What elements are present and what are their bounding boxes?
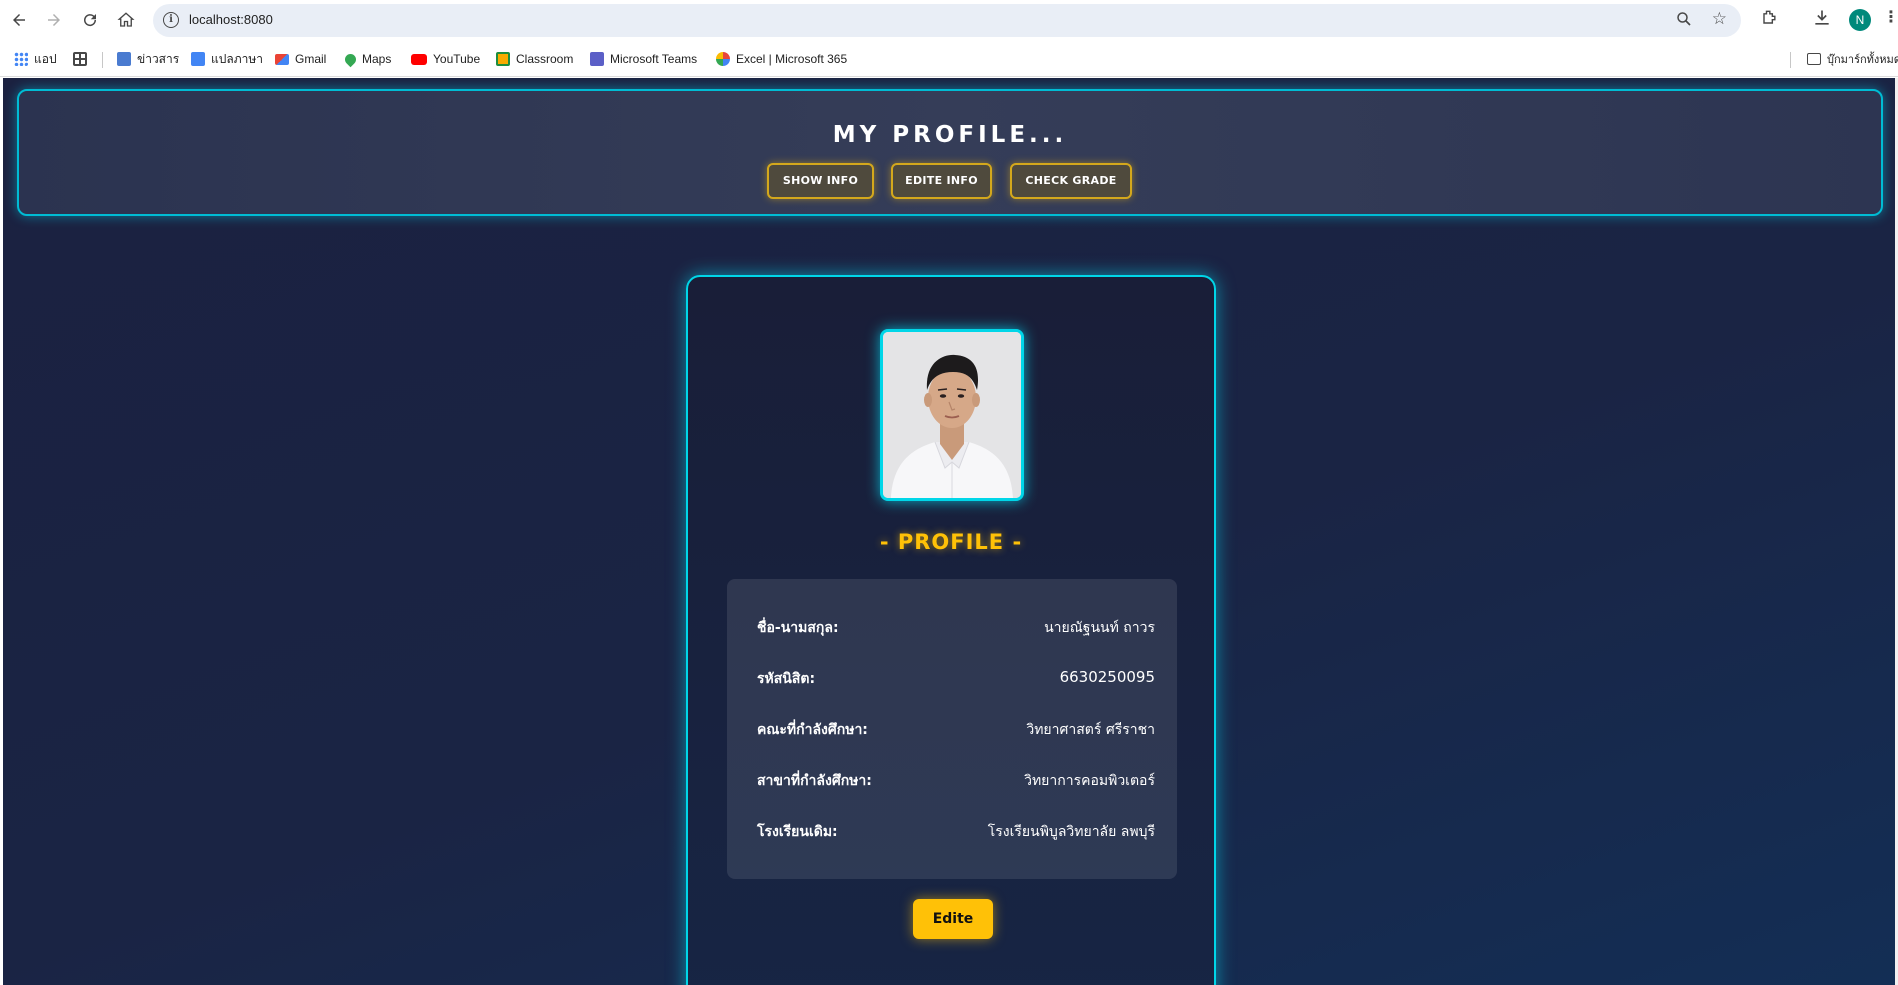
bookmark-tab-groups[interactable] (73, 50, 93, 68)
page-title: MY PROFILE... (832, 122, 1068, 148)
profile-photo (880, 329, 1024, 501)
info-label: โรงเรียนเดิม: (757, 824, 838, 840)
edit-profile-button[interactable]: Edite (913, 899, 993, 939)
reload-icon[interactable] (78, 8, 102, 32)
bookmark-excel[interactable]: Excel | Microsoft 365 (716, 50, 847, 68)
site-info-icon[interactable]: i (163, 12, 179, 28)
info-value: 6630250095 (1059, 668, 1155, 686)
news-icon (117, 52, 131, 66)
info-row-fullname: ชื่อ-นามสกุล: นายณัฐนนท์ ถาวร (757, 617, 1155, 641)
bookmark-star-icon[interactable]: ☆ (1712, 9, 1727, 29)
bookmark-teams[interactable]: Microsoft Teams (590, 50, 697, 68)
info-row-previous-school: โรงเรียนเดิม: โรงเรียนพิบูลวิทยาลัย ลพบุ… (757, 821, 1155, 845)
show-info-button[interactable]: SHOW INFO (767, 163, 874, 199)
extensions-icon[interactable] (1759, 8, 1779, 32)
download-icon[interactable] (1812, 8, 1832, 32)
translate-icon (191, 52, 205, 66)
tab-groups-icon (73, 52, 87, 66)
info-label: ชื่อ-นามสกุล: (757, 620, 839, 636)
folder-icon (1807, 53, 1821, 65)
edit-info-button[interactable]: EDITE INFO (891, 163, 992, 199)
person-photo-icon (883, 332, 1021, 498)
bookmark-youtube[interactable]: YouTube (411, 50, 480, 68)
info-row-student-id: รหัสนิสิต: 6630250095 (757, 668, 1155, 692)
profile-info-box: ชื่อ-นามสกุล: นายณัฐนนท์ ถาวร รหัสนิสิต:… (727, 579, 1177, 879)
info-row-faculty: คณะที่กำลังศึกษา: วิทยาศาสตร์ ศรีราชา (757, 719, 1155, 743)
profile-card: - PROFILE - ชื่อ-นามสกุล: นายณัฐนนท์ ถาว… (686, 275, 1216, 985)
bookmark-news[interactable]: ข่าวสาร (117, 50, 179, 68)
profile-avatar[interactable]: N (1849, 9, 1871, 31)
zoom-icon[interactable] (1675, 10, 1693, 32)
bookmarks-separator (102, 52, 103, 68)
browser-toolbar: i localhost:8080 ☆ N ⋮ (0, 0, 1898, 42)
info-value: วิทยาศาสตร์ ศรีราชา (1026, 722, 1155, 738)
url-text[interactable]: localhost:8080 (189, 12, 273, 27)
profile-header: MY PROFILE... SHOW INFO EDITE INFO CHECK… (17, 89, 1883, 216)
teams-icon (590, 52, 604, 66)
bookmark-apps[interactable]: แอป (14, 50, 57, 68)
info-value: นายณัฐนนท์ ถาวร (1044, 620, 1155, 636)
back-icon[interactable] (7, 8, 31, 32)
home-icon[interactable] (114, 8, 138, 32)
youtube-icon (411, 53, 427, 65)
bookmark-translate[interactable]: แปลภาษา (191, 50, 263, 68)
excel-icon (716, 52, 730, 66)
bookmark-maps[interactable]: Maps (342, 50, 391, 68)
info-label: สาขาที่กำลังศึกษา: (757, 773, 872, 789)
forward-icon[interactable] (42, 8, 66, 32)
bookmarks-separator (1790, 52, 1791, 68)
info-label: คณะที่กำลังศึกษา: (757, 722, 868, 738)
classroom-icon (496, 52, 510, 66)
apps-grid-icon (14, 52, 28, 66)
info-value: วิทยาการคอมพิวเตอร์ (1024, 773, 1155, 789)
bookmark-classroom[interactable]: Classroom (496, 50, 573, 68)
bookmarks-bar: แอป ข่าวสาร แปลภาษา Gmail Maps YouTube C… (0, 42, 1898, 77)
info-label: รหัสนิสิต: (757, 671, 816, 687)
gmail-icon (275, 53, 289, 65)
check-grade-button[interactable]: CHECK GRADE (1010, 163, 1132, 199)
page-viewport: MY PROFILE... SHOW INFO EDITE INFO CHECK… (3, 78, 1898, 985)
bookmark-all-folder[interactable]: บุ๊กมาร์กทั้งหมด (1807, 50, 1898, 68)
profile-section-title: - PROFILE - (879, 530, 1023, 554)
info-row-major: สาขาที่กำลังศึกษา: วิทยาการคอมพิวเตอร์ (757, 770, 1155, 794)
maps-icon (342, 51, 359, 67)
address-bar[interactable]: i localhost:8080 ☆ (153, 4, 1741, 37)
info-value: โรงเรียนพิบูลวิทยาลัย ลพบุรี (987, 824, 1155, 840)
menu-kebab-icon[interactable]: ⋮ (1883, 8, 1898, 26)
bookmark-gmail[interactable]: Gmail (275, 50, 326, 68)
